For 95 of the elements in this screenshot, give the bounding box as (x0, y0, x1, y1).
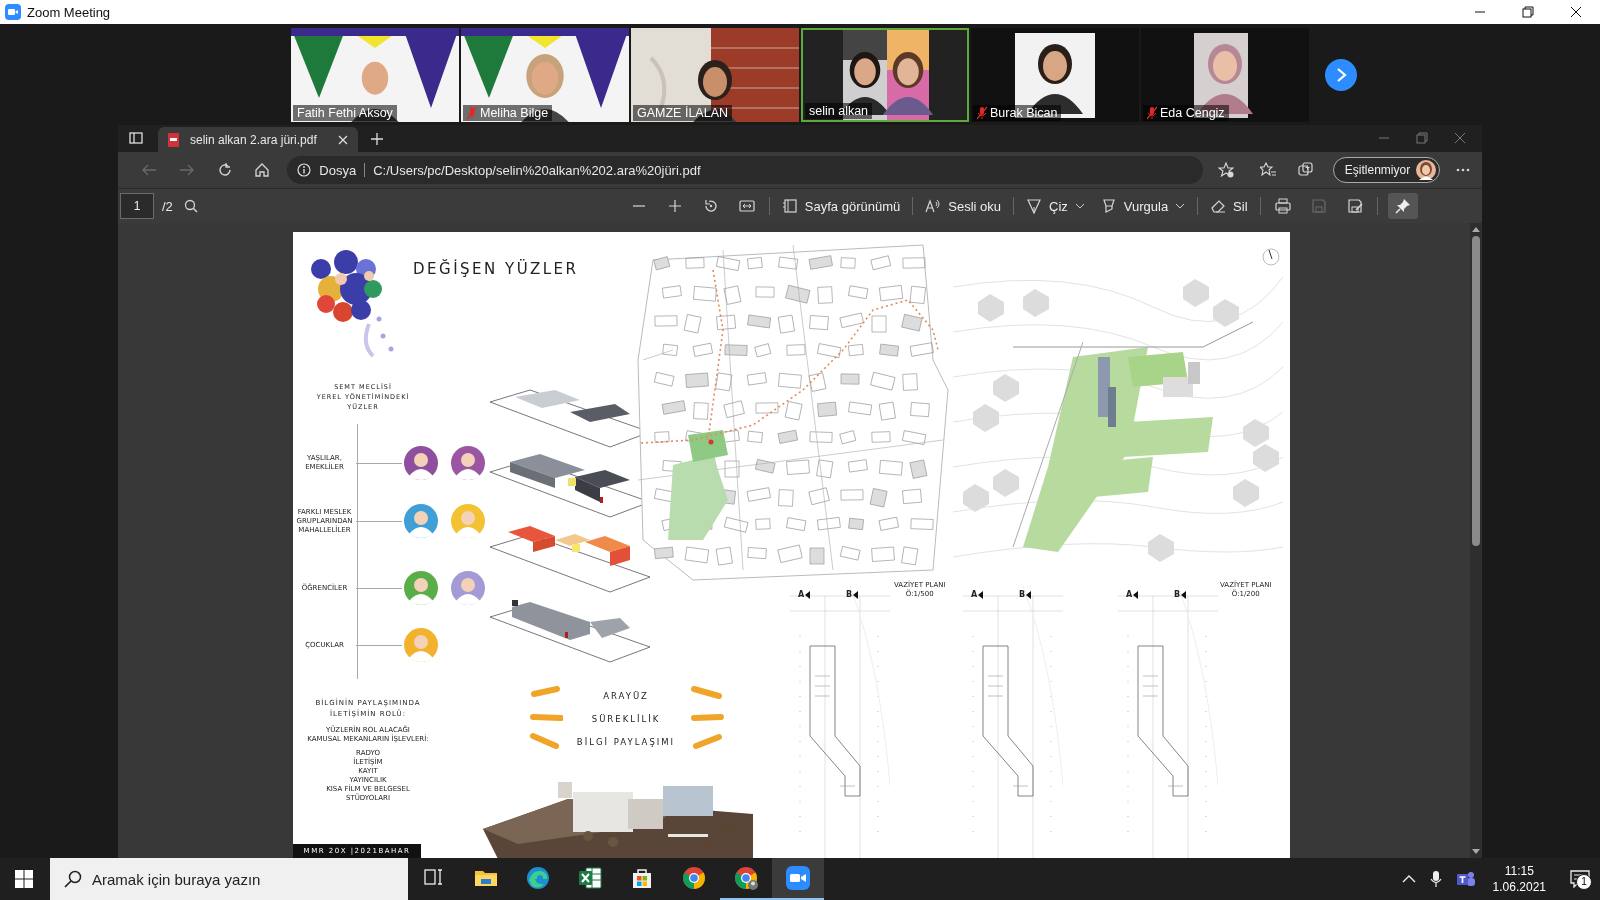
person-avatar-icon (451, 571, 485, 605)
pin-icon (1394, 198, 1411, 214)
read-aloud-button[interactable]: Sesli oku (917, 194, 1009, 218)
window-title: Zoom Meeting (27, 4, 111, 20)
video-tile[interactable]: selin alkan (801, 27, 969, 122)
person-avatar-icon (404, 628, 438, 662)
theme-label: ARAYÜZ (603, 690, 649, 703)
scroll-up-icon[interactable] (1472, 226, 1480, 232)
tab-actions-icon[interactable] (128, 130, 144, 146)
theme-label: SÜREKLİLİK (591, 713, 661, 726)
highlight-button[interactable]: Vurgula (1092, 194, 1194, 218)
home-icon[interactable] (254, 162, 271, 178)
next-page-button[interactable] (1325, 58, 1357, 91)
notification-icon[interactable] (1570, 870, 1590, 888)
microphone-icon[interactable] (1429, 870, 1442, 888)
chrome-logo-icon (682, 866, 706, 890)
section-marker-label: A (971, 590, 978, 599)
avatar-icon (1416, 160, 1437, 180)
search-icon (64, 870, 82, 888)
participant-name: Eda Cengiz (1160, 105, 1225, 120)
pdf-file-icon (166, 131, 182, 148)
section-marker-icon (1026, 590, 1032, 599)
address-bar[interactable]: Dosya C:/Users/pc/Desktop/selin%20alkan%202.ara%20jüri.pdf (287, 156, 1204, 184)
browser-tab[interactable]: selin alkan 2.ara jüri.pdf (158, 127, 358, 152)
chevron-right-icon (1335, 67, 1347, 82)
section-marker-icon (1133, 590, 1139, 599)
scroll-down-icon[interactable] (1472, 849, 1480, 855)
read-aloud-icon[interactable] (925, 198, 942, 214)
fit-width-icon[interactable] (738, 198, 755, 214)
restore-icon[interactable] (1522, 6, 1534, 18)
profile-button[interactable]: Eşitlenmiyor (1332, 157, 1441, 183)
section-marker-label: A (1126, 590, 1133, 599)
participant-name: Fatih Fethi Aksoy (297, 105, 393, 120)
new-tab-icon[interactable] (370, 132, 384, 146)
person-avatar-icon (451, 446, 485, 480)
add-favorite-icon[interactable] (1218, 162, 1235, 178)
participant-name: Burak Bican (990, 105, 1058, 120)
person-avatar-icon (451, 504, 485, 538)
participant-name: selin alkan (809, 103, 869, 118)
chrome-logo-icon (734, 866, 758, 890)
rotate-icon[interactable] (702, 198, 719, 214)
video-camera-icon (786, 866, 810, 890)
zoom-logo-icon (5, 4, 21, 20)
windows-start-icon[interactable] (15, 870, 33, 888)
save-as-icon[interactable] (1346, 198, 1363, 214)
spreadsheet-logo-icon (578, 866, 602, 890)
scheme-label: Dosya (319, 162, 357, 178)
video-tile[interactable]: Fatih Fethi Aksoy (291, 27, 459, 122)
clock-time[interactable]: 11:15 (1504, 863, 1534, 879)
pin-button[interactable] (1387, 193, 1418, 219)
notification-badge: 1 (1576, 874, 1592, 890)
page-number-field[interactable]: 1 (120, 193, 154, 219)
brush-strokes-drawing (691, 684, 725, 752)
person-avatar-icon (404, 446, 438, 480)
chevron-up-icon[interactable] (1401, 874, 1416, 884)
collections-icon[interactable] (1297, 162, 1314, 178)
page-view-button[interactable]: Sayfa görünümü (773, 194, 909, 218)
close-icon[interactable] (1570, 6, 1582, 18)
section-marker-label: B (1019, 590, 1026, 599)
participant-name: GAMZE İLALAN (637, 105, 728, 120)
video-tile[interactable]: Meliha Bilge (461, 27, 629, 122)
section-marker-label: B (846, 590, 853, 599)
page-view-icon[interactable] (781, 198, 798, 214)
person-avatar-icon (404, 504, 438, 538)
erase-button[interactable]: Sil (1202, 194, 1256, 218)
edge-logo-icon (526, 866, 550, 890)
video-tile[interactable]: GAMZE İLALAN (631, 27, 799, 122)
section-marker-label: A (798, 590, 805, 599)
person-avatar-icon (404, 571, 438, 605)
theme-label: BİLGİ PAYLAŞIMI (576, 736, 676, 749)
section-marker-icon (1181, 590, 1187, 599)
brush-strokes-drawing (529, 684, 563, 752)
draw-button[interactable]: Çiz (1018, 194, 1093, 218)
refresh-icon[interactable] (216, 162, 233, 178)
url-text: C:/Users/pc/Desktop/selin%20alkan%202.ara%20jüri.pdf (373, 162, 701, 178)
section-marker-icon (978, 590, 984, 599)
section-marker-icon (805, 590, 811, 599)
clock-date[interactable]: 1.06.2021 (1492, 879, 1546, 895)
search-field[interactable]: Aramak için buraya yazın (50, 858, 408, 900)
poster-title: DEĞİŞEN YÜZLER (413, 260, 579, 278)
search-icon[interactable] (182, 198, 199, 214)
print-icon[interactable] (1274, 198, 1291, 214)
highlighter-icon[interactable] (1100, 198, 1117, 214)
zoom-in-icon[interactable] (666, 198, 683, 214)
participant-name: Meliha Bilge (480, 105, 549, 120)
section-marker-icon (853, 590, 859, 599)
info-icon[interactable] (297, 163, 312, 177)
taskbar-app-button[interactable] (772, 858, 824, 900)
eraser-icon[interactable] (1210, 198, 1227, 214)
favorites-icon[interactable] (1260, 162, 1277, 178)
section-marker-label: B (1174, 590, 1181, 599)
page-count: /2 (162, 198, 173, 214)
store-bag-icon (630, 866, 654, 890)
teams-icon[interactable] (1455, 870, 1476, 888)
scrollbar-thumb[interactable] (1472, 236, 1480, 546)
